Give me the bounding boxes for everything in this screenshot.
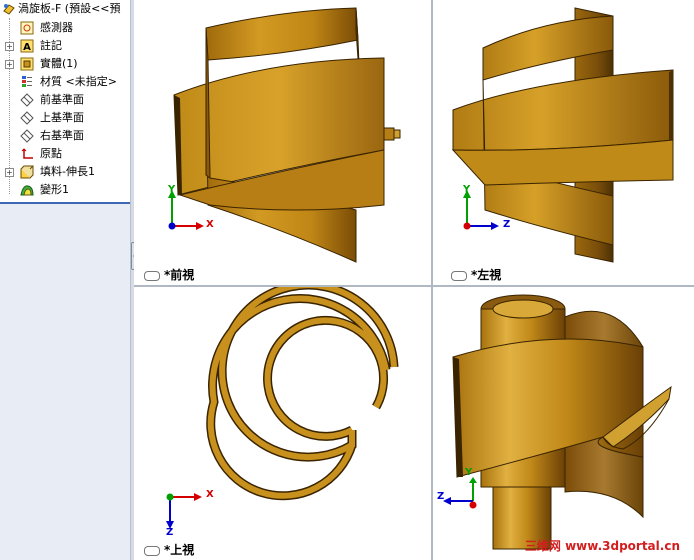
material-icon (22, 76, 32, 87)
tree-root-label: 渦旋板-F (預設<<預 (18, 2, 121, 15)
tree-item-label: 前基準面 (40, 93, 84, 106)
axis-label-z: Z (166, 527, 174, 538)
feature-manager-tree: 渦旋板-F (預設<<預 感測器 + A 註記 + 實體(1) 材質 <未指定>… (0, 0, 131, 560)
viewport-top[interactable]: X Z *上視 (134, 287, 431, 560)
axis-label-x: X (206, 219, 214, 230)
viewport-front[interactable]: Y X *前視 (134, 0, 431, 285)
watermark: 三维网 www.3dportal.cn (524, 539, 680, 553)
tree-selection-divider (0, 202, 130, 204)
tree-item-label: 填料-伸長1 (40, 165, 95, 178)
viewport-label-left: *左視 (451, 266, 501, 283)
link-icon (144, 270, 160, 281)
svg-text:A: A (23, 42, 31, 53)
axis-label-x: X (206, 489, 214, 500)
tree-item-flex[interactable]: 變形1 (0, 181, 130, 199)
axis-triad-iso (443, 477, 477, 509)
origin-icon (21, 148, 33, 159)
tree-item-label: 右基準面 (40, 129, 84, 142)
viewport-left[interactable]: Y Z *左視 (433, 0, 694, 285)
axis-label-y: Y (168, 184, 176, 195)
viewport-title: *前視 (164, 268, 195, 282)
tree-item-top-plane[interactable]: 上基準面 (0, 109, 130, 127)
part-icon (3, 4, 15, 15)
annotation-icon: A (20, 39, 34, 53)
tree-item-label: 材質 <未指定> (40, 75, 117, 88)
tree-item-extrude[interactable]: + 填料-伸長1 (0, 163, 130, 181)
tree-item-solid-bodies[interactable]: + 實體(1) (0, 55, 130, 73)
viewport-label-top: *上視 (144, 541, 194, 558)
front-view-model (173, 7, 401, 263)
viewport-label-front: *前視 (144, 266, 194, 283)
sensor-icon (20, 21, 34, 35)
tree-item-label: 上基準面 (40, 111, 84, 124)
extrude-icon (20, 165, 34, 179)
plane-icon (20, 129, 34, 143)
tree-item-label: 原點 (40, 147, 62, 160)
expand-toggle[interactable]: + (5, 42, 14, 51)
plane-icon (20, 93, 34, 107)
viewport-title: *左視 (471, 268, 502, 282)
tree-item-origin[interactable]: 原點 (0, 145, 130, 163)
tree-item-label: 註記 (40, 39, 62, 52)
plane-icon (20, 111, 34, 125)
isometric-view-model (452, 294, 672, 550)
tree-item-sensors[interactable]: 感測器 (0, 19, 130, 37)
solid-body-icon (20, 57, 34, 71)
tree-item-annotations[interactable]: + A 註記 (0, 37, 130, 55)
viewport-title: *上視 (164, 543, 195, 557)
expand-toggle[interactable]: + (5, 60, 14, 69)
tree-item-label: 變形1 (40, 183, 69, 196)
left-view-model (451, 7, 674, 263)
tree-item-material[interactable]: 材質 <未指定> (0, 73, 130, 91)
flex-icon (20, 185, 34, 196)
tree-item-label: 感測器 (40, 21, 73, 34)
tree-item-right-plane[interactable]: 右基準面 (0, 127, 130, 145)
tree-root[interactable]: 渦旋板-F (預設<<預 (0, 0, 130, 18)
expand-toggle[interactable]: + (5, 168, 14, 177)
viewport-isometric[interactable]: Z Y (433, 287, 694, 560)
tree-item-front-plane[interactable]: 前基準面 (0, 91, 130, 109)
axis-label-y: Y (465, 467, 473, 478)
axis-label-y: Y (463, 184, 471, 195)
axis-label-z: Z (503, 219, 511, 230)
link-icon (144, 545, 160, 556)
tree-item-label: 實體(1) (40, 57, 78, 70)
link-icon (451, 270, 467, 281)
axis-label-z: Z (437, 491, 445, 502)
